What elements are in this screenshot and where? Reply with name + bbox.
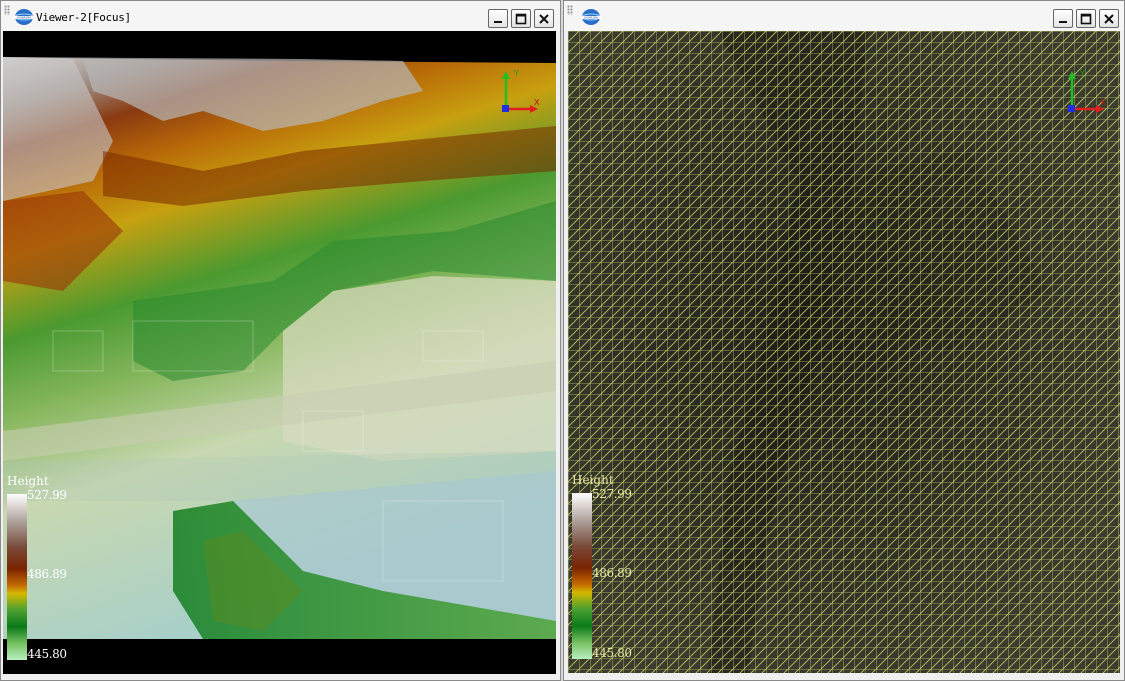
legend-min-value: 445.80 <box>27 647 67 661</box>
close-button[interactable] <box>534 9 554 28</box>
title-bar[interactable]: LIDAR360 Viewer-2[Focus] <box>1 1 560 31</box>
minimize-icon <box>1059 20 1067 23</box>
axis-y-label: Y <box>1079 69 1085 78</box>
height-legend: Height 527.99 486.89 445.80 <box>3 474 83 674</box>
close-icon <box>1104 13 1114 24</box>
close-icon <box>539 13 549 24</box>
axis-gizmo-icon: Y X <box>1068 69 1106 113</box>
legend-mid-value: 486.89 <box>592 566 632 580</box>
svg-text:LIDAR360: LIDAR360 <box>584 16 599 20</box>
legend-title: Height <box>7 474 49 488</box>
minimize-icon <box>494 20 502 23</box>
viewer-window-right: LIDAR360 Y X Height 527.99 486.89 445.80 <box>563 0 1125 681</box>
maximize-button[interactable] <box>1076 9 1096 28</box>
maximize-icon <box>515 13 527 24</box>
legend-mid-value: 486.89 <box>27 567 67 581</box>
svg-text:LIDAR360: LIDAR360 <box>17 16 32 20</box>
legend-max-value: 527.99 <box>592 487 632 501</box>
axis-x-label: X <box>534 98 540 107</box>
legend-color-bar <box>572 493 592 659</box>
terrain-viewport[interactable]: Y X Height 527.99 486.89 445.80 <box>3 31 556 674</box>
legend-title: Height <box>572 473 614 487</box>
drag-grip-icon[interactable] <box>567 5 573 15</box>
axis-y-label: Y <box>513 69 519 78</box>
app-logo-icon: LIDAR360 <box>14 9 34 25</box>
legend-max-value: 527.99 <box>27 488 67 502</box>
close-button[interactable] <box>1099 9 1119 28</box>
axis-x-label: X <box>1100 98 1106 107</box>
title-bar[interactable]: LIDAR360 <box>564 1 1124 31</box>
axis-gizmo-icon: Y X <box>502 69 540 113</box>
height-map-render[interactable] <box>3 31 556 674</box>
maximize-icon <box>1080 13 1092 24</box>
legend-color-bar <box>7 494 27 660</box>
mesh-viewport[interactable]: Y X Height 527.99 486.89 445.80 <box>568 31 1120 673</box>
viewer-window-left: LIDAR360 Viewer-2[Focus] Y X Height 527.… <box>0 0 561 681</box>
minimize-button[interactable] <box>1053 9 1073 28</box>
minimize-button[interactable] <box>488 9 508 28</box>
tin-mesh-render[interactable] <box>568 31 1120 673</box>
legend-min-value: 445.80 <box>592 646 632 660</box>
window-title: Viewer-2[Focus] <box>36 11 131 24</box>
drag-grip-icon[interactable] <box>4 5 10 15</box>
height-legend: Height 527.99 486.89 445.80 <box>568 473 648 673</box>
maximize-button[interactable] <box>511 9 531 28</box>
app-logo-icon: LIDAR360 <box>581 9 601 25</box>
